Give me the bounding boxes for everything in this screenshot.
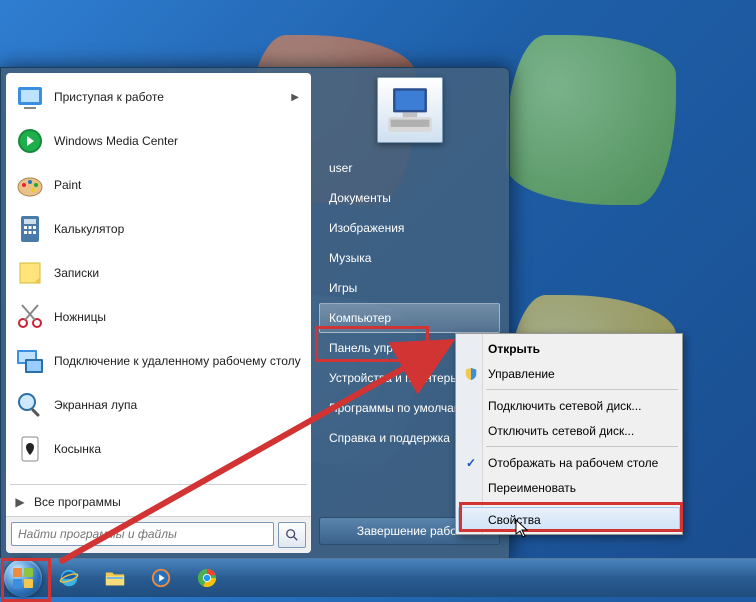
chevron-right-icon: ▶	[14, 495, 26, 509]
sticky-notes-icon	[14, 257, 46, 289]
all-programs-label: Все программы	[34, 495, 121, 509]
separator	[486, 446, 678, 447]
submenu-arrow-icon: ▶	[291, 92, 303, 103]
sys-user[interactable]: user	[319, 153, 500, 183]
program-label: Windows Media Center	[54, 134, 178, 148]
ctx-disconnect-drive[interactable]: Отключить сетевой диск...	[458, 418, 680, 443]
program-calculator[interactable]: Калькулятор	[8, 207, 309, 251]
program-remote-desktop[interactable]: Подключение к удаленному рабочему столу	[8, 339, 309, 383]
sys-games[interactable]: Игры	[319, 273, 500, 303]
paint-icon	[14, 169, 46, 201]
search-button[interactable]	[278, 522, 306, 548]
program-sticky-notes[interactable]: Записки	[8, 251, 309, 295]
separator	[10, 484, 307, 485]
program-snipping-tool[interactable]: Ножницы	[8, 295, 309, 339]
ctx-show-on-desktop[interactable]: ✓ Отображать на рабочем столе	[458, 450, 680, 475]
check-icon: ✓	[463, 455, 479, 471]
search-icon	[285, 528, 299, 542]
programs-list: Приступая к работе ▶ Windows Media Cente…	[6, 73, 311, 481]
program-media-center[interactable]: Windows Media Center	[8, 119, 309, 163]
scissors-icon	[14, 301, 46, 333]
taskbar	[0, 558, 756, 597]
sys-computer[interactable]: Компьютер	[319, 303, 500, 333]
user-avatar-container	[315, 77, 504, 147]
media-center-icon	[14, 125, 46, 157]
program-magnifier[interactable]: Экранная лупа	[8, 383, 309, 427]
separator	[486, 503, 678, 504]
sys-pictures[interactable]: Изображения	[319, 213, 500, 243]
start-button[interactable]	[4, 559, 42, 597]
ctx-map-drive[interactable]: Подключить сетевой диск...	[458, 393, 680, 418]
computer-icon	[381, 81, 439, 139]
taskbar-explorer[interactable]	[94, 563, 136, 593]
program-getting-started[interactable]: Приступая к работе ▶	[8, 75, 309, 119]
program-label: Подключение к удаленному рабочему столу	[54, 354, 301, 368]
program-label: Записки	[54, 266, 99, 280]
getting-started-icon	[14, 81, 46, 113]
program-solitaire[interactable]: Косынка	[8, 427, 309, 471]
ie-icon	[58, 567, 80, 589]
ctx-rename[interactable]: Переименовать	[458, 475, 680, 500]
wmp-icon	[150, 567, 172, 589]
shield-icon	[463, 366, 479, 382]
search-input[interactable]	[11, 522, 274, 546]
program-label: Приступая к работе	[54, 90, 164, 104]
remote-desktop-icon	[14, 345, 46, 377]
taskbar-ie[interactable]	[48, 563, 90, 593]
chrome-icon	[196, 567, 218, 589]
magnifier-icon	[14, 389, 46, 421]
ctx-manage[interactable]: Управление	[458, 361, 680, 386]
sys-documents[interactable]: Документы	[319, 183, 500, 213]
ctx-open[interactable]: Открыть	[458, 336, 680, 361]
separator	[486, 389, 678, 390]
ctx-properties[interactable]: Свойства	[458, 507, 680, 532]
program-label: Косынка	[54, 442, 101, 456]
folder-icon	[104, 567, 126, 589]
sys-music[interactable]: Музыка	[319, 243, 500, 273]
context-menu: Открыть Управление Подключить сетевой ди…	[455, 333, 683, 535]
taskbar-wmp[interactable]	[140, 563, 182, 593]
taskbar-chrome[interactable]	[186, 563, 228, 593]
search-row	[6, 516, 311, 553]
solitaire-icon	[14, 433, 46, 465]
start-menu: Приступая к работе ▶ Windows Media Cente…	[0, 67, 510, 559]
calculator-icon	[14, 213, 46, 245]
start-menu-left-pane: Приступая к работе ▶ Windows Media Cente…	[6, 73, 311, 553]
program-label: Ножницы	[54, 310, 106, 324]
program-label: Экранная лупа	[54, 398, 137, 412]
program-label: Paint	[54, 178, 81, 192]
program-paint[interactable]: Paint	[8, 163, 309, 207]
program-label: Калькулятор	[54, 222, 124, 236]
user-avatar[interactable]	[377, 77, 443, 143]
all-programs[interactable]: ▶ Все программы	[6, 488, 311, 516]
